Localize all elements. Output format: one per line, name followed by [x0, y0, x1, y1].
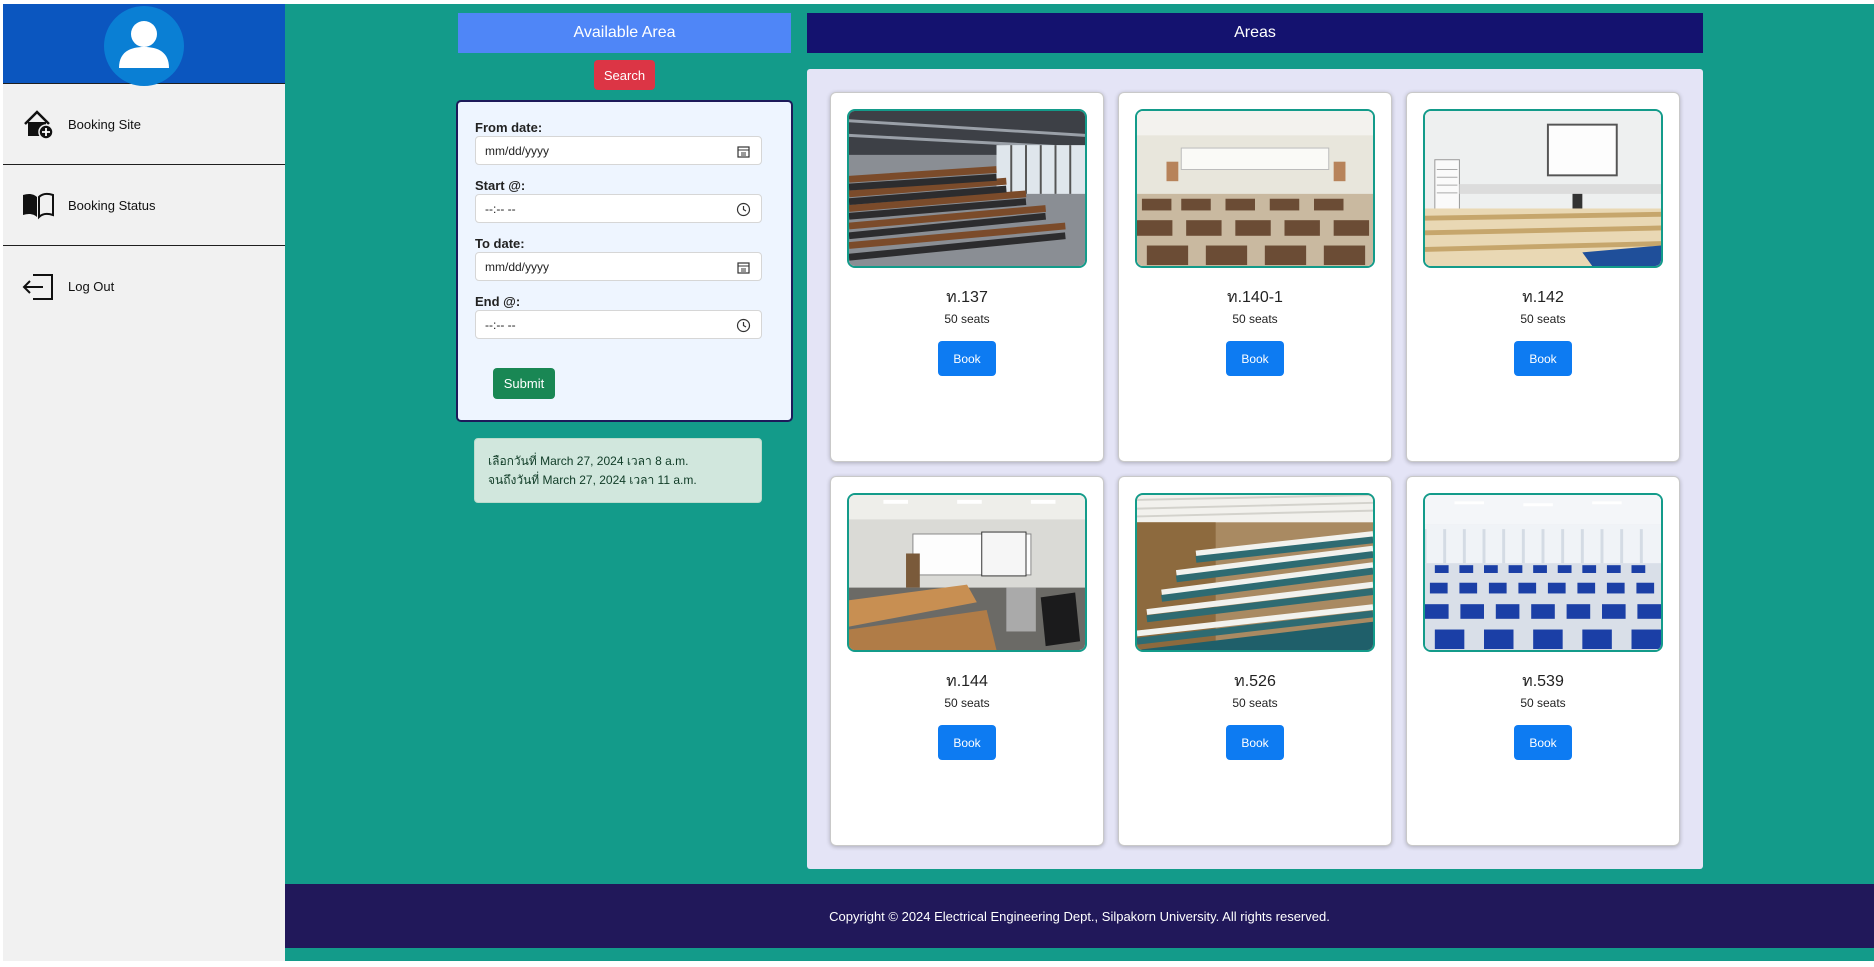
book-icon — [20, 187, 56, 223]
end-time-value: --:-- -- — [485, 317, 516, 332]
room-photo — [847, 493, 1087, 652]
book-button[interactable]: Book — [1514, 725, 1572, 760]
sidebar: Booking Site Booking Status Log Out — [3, 4, 285, 964]
clock-icon[interactable] — [736, 202, 751, 217]
sidebar-item-logout[interactable]: Log Out — [3, 246, 285, 327]
room-name: ท.144 — [946, 673, 988, 690]
sidebar-item-label: Log Out — [68, 279, 115, 294]
to-date-value: mm/dd/yyyy — [485, 259, 550, 274]
room-seats: 50 seats — [944, 696, 990, 710]
house-plus-icon — [20, 106, 56, 142]
end-time-input[interactable]: --:-- -- — [475, 310, 762, 339]
user-icon — [119, 21, 169, 68]
search-button[interactable]: Search — [594, 60, 655, 90]
room-photo — [1423, 109, 1663, 268]
submit-button[interactable]: Submit — [493, 368, 555, 399]
room-name: ท.137 — [946, 289, 988, 306]
room-photo — [1423, 493, 1663, 652]
room-photo — [1135, 109, 1375, 268]
book-button[interactable]: Book — [938, 725, 996, 760]
book-button[interactable]: Book — [938, 341, 996, 376]
room-card: ท.142 50 seats Book — [1406, 92, 1680, 462]
selection-alert: เลือกวันที่ March 27, 2024 เวลา 8 a.m. จ… — [474, 438, 762, 503]
sidebar-item-booking-site[interactable]: Booking Site — [3, 84, 285, 165]
areas-panel: ท.137 50 seats Book ท.140-1 50 seats Boo… — [807, 69, 1703, 869]
to-date-label: To date: — [475, 236, 525, 251]
book-button[interactable]: Book — [1514, 341, 1572, 376]
room-seats: 50 seats — [1232, 696, 1278, 710]
book-button[interactable]: Book — [1226, 341, 1284, 376]
end-time-label: End @: — [475, 294, 521, 309]
room-seats: 50 seats — [1520, 696, 1566, 710]
start-time-value: --:-- -- — [485, 201, 516, 216]
footer: Copyright © 2024 Electrical Engineering … — [285, 884, 1874, 948]
selection-to-text: จนถึงวันที่ March 27, 2024 เวลา 11 a.m. — [488, 473, 697, 487]
available-area-title: Available Area — [458, 13, 791, 53]
room-name: ท.142 — [1522, 289, 1564, 306]
room-seats: 50 seats — [944, 312, 990, 326]
from-date-value: mm/dd/yyyy — [485, 143, 550, 158]
room-card: ท.137 50 seats Book — [830, 92, 1104, 462]
logout-icon — [20, 269, 56, 305]
areas-title: Areas — [807, 13, 1703, 53]
room-card: ท.140-1 50 seats Book — [1118, 92, 1392, 462]
copyright-text: Copyright © 2024 Electrical Engineering … — [829, 908, 1330, 924]
calendar-icon[interactable] — [736, 144, 751, 159]
room-name: ท.140-1 — [1227, 289, 1283, 306]
bottom-strip — [0, 961, 1874, 967]
sidebar-item-label: Booking Site — [68, 116, 141, 132]
clock-icon[interactable] — [736, 318, 751, 333]
selection-from-text: เลือกวันที่ March 27, 2024 เวลา 8 a.m. — [488, 454, 689, 468]
from-date-input[interactable]: mm/dd/yyyy — [475, 136, 762, 165]
from-date-label: From date: — [475, 120, 543, 135]
room-seats: 50 seats — [1520, 312, 1566, 326]
start-time-label: Start @: — [475, 178, 526, 193]
sidebar-header — [3, 4, 285, 86]
room-card: ท.144 50 seats Book — [830, 476, 1104, 846]
book-button[interactable]: Book — [1226, 725, 1284, 760]
room-card: ท.526 50 seats Book — [1118, 476, 1392, 846]
booking-form: From date: mm/dd/yyyy Start @: --:-- -- … — [456, 100, 793, 422]
sidebar-item-booking-status[interactable]: Booking Status — [3, 165, 285, 246]
room-photo — [847, 109, 1087, 268]
room-photo — [1135, 493, 1375, 652]
start-time-input[interactable]: --:-- -- — [475, 194, 762, 223]
to-date-input[interactable]: mm/dd/yyyy — [475, 252, 762, 281]
room-name: ท.526 — [1234, 673, 1276, 690]
room-name: ท.539 — [1522, 673, 1564, 690]
sidebar-item-label: Booking Status — [68, 197, 156, 213]
room-seats: 50 seats — [1232, 312, 1278, 326]
calendar-icon[interactable] — [736, 260, 751, 275]
avatar[interactable] — [104, 6, 184, 86]
room-card: ท.539 50 seats Book — [1406, 476, 1680, 846]
